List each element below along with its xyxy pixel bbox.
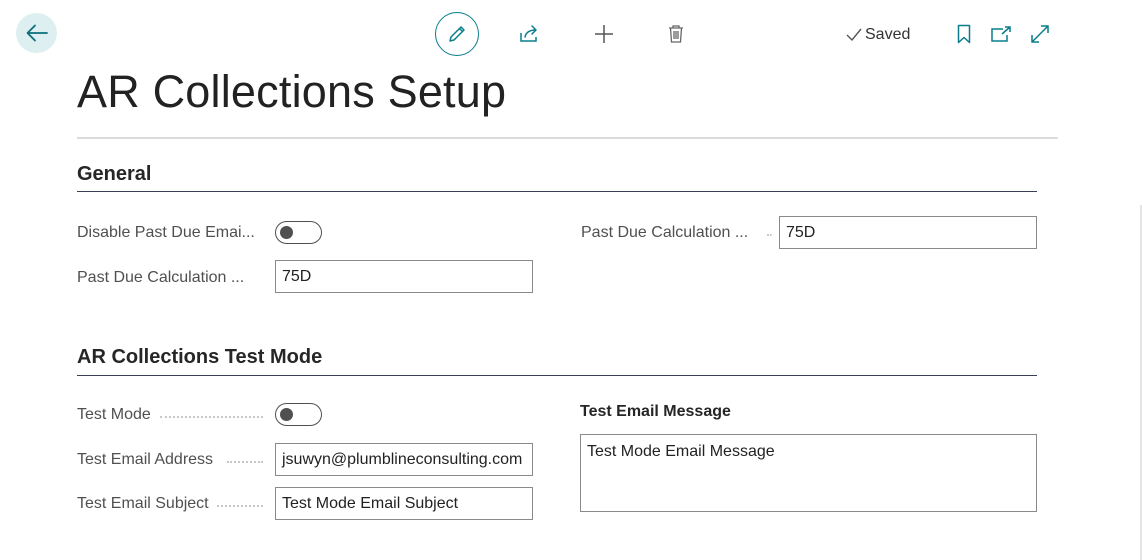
section-test-mode-divider: [77, 375, 1037, 376]
label-leader-dots: [160, 416, 263, 418]
section-general-divider: [77, 191, 1037, 192]
bookmark-icon: [957, 24, 971, 44]
open-in-new-window-icon: [991, 26, 1011, 42]
label-leader-dots: [227, 461, 263, 463]
toggle-knob: [280, 407, 293, 421]
test-email-subject-label: Test Email Subject: [77, 495, 209, 512]
section-general-title[interactable]: General: [77, 163, 151, 186]
plus-icon: [595, 25, 613, 43]
open-in-new-window-button[interactable]: [985, 18, 1017, 50]
back-button[interactable]: [16, 13, 57, 53]
past-due-calculation-input[interactable]: 75D: [275, 260, 533, 293]
disable-past-due-email-label: Disable Past Due Emai...: [77, 224, 255, 241]
test-email-address-input[interactable]: jsuwyn@plumblineconsulting.com: [275, 443, 533, 476]
past-due-calculation-right-input[interactable]: 75D: [779, 216, 1037, 249]
toggle-knob: [280, 225, 293, 239]
share-icon: [520, 25, 537, 42]
page-title: AR Collections Setup: [77, 66, 507, 117]
disable-past-due-email-toggle[interactable]: [275, 221, 322, 244]
saved-label: Saved: [865, 26, 911, 43]
title-divider: [77, 137, 1058, 139]
test-mode-label: Test Mode: [77, 406, 151, 423]
section-test-mode-title[interactable]: AR Collections Test Mode: [77, 346, 322, 369]
label-leader-dots: [767, 234, 772, 236]
share-button[interactable]: [514, 18, 546, 50]
back-arrow-icon: [26, 24, 48, 42]
test-email-address-label: Test Email Address: [77, 451, 214, 468]
saved-status: Saved: [846, 26, 910, 44]
test-email-message-textarea[interactable]: Test Mode Email Message: [580, 434, 1037, 512]
new-button[interactable]: [588, 18, 620, 50]
past-due-calculation-right-label: Past Due Calculation ...: [581, 224, 749, 241]
test-email-subject-input[interactable]: Test Mode Email Subject: [275, 487, 533, 520]
edit-pencil-icon: [449, 26, 465, 42]
label-leader-dots: [217, 505, 263, 507]
check-icon: [846, 28, 862, 42]
past-due-calculation-label: Past Due Calculation ...: [77, 269, 245, 286]
test-mode-toggle[interactable]: [275, 403, 322, 426]
expand-button[interactable]: [1024, 18, 1056, 50]
expand-icon: [1031, 25, 1049, 43]
edit-button[interactable]: [435, 12, 479, 56]
trash-icon: [669, 25, 683, 43]
bookmark-button[interactable]: [948, 18, 980, 50]
delete-button[interactable]: [660, 18, 692, 50]
test-email-message-label: Test Email Message: [580, 403, 731, 420]
